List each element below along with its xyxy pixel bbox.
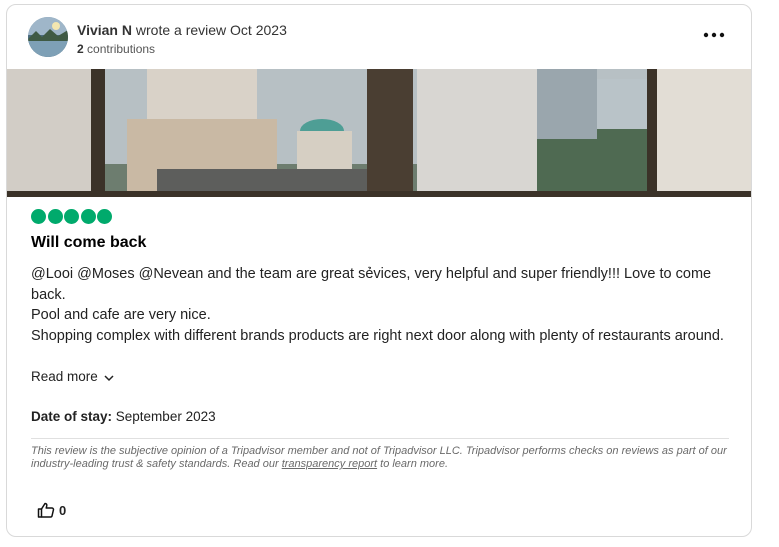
contributions-count: 2 (77, 42, 84, 56)
contributions-label: contributions (83, 42, 156, 56)
author-name[interactable]: Vivian N (77, 22, 132, 38)
review-paragraph: Shopping complex with different brands p… (31, 327, 724, 344)
review-paragraph: Pool and cafe are very nice. (31, 307, 211, 323)
rating-bubble (31, 209, 46, 224)
contributions: 2 contributions (77, 42, 155, 56)
rating-bubble (80, 209, 96, 224)
thumbs-up-icon (37, 502, 55, 518)
review-card: Vivian N wrote a review Oct 2023 2 contr… (6, 4, 752, 537)
date-of-stay-value: September 2023 (112, 409, 216, 424)
date-of-stay: Date of stay: September 2023 (31, 409, 216, 424)
review-paragraph: @Looi @Moses @Nevean and the team are gr… (31, 266, 712, 303)
more-options-button[interactable] (701, 25, 727, 45)
rating-bubble (64, 209, 80, 224)
transparency-report-link[interactable]: transparency report (282, 458, 377, 470)
date-of-stay-label: Date of stay: (31, 409, 113, 424)
review-disclaimer: This review is the subjective opinion of… (31, 445, 733, 471)
chevron-down-icon (104, 370, 114, 385)
rating-bubble (97, 209, 113, 224)
author-action: wrote a review (132, 22, 231, 38)
review-photo[interactable] (7, 69, 751, 197)
read-more-button[interactable]: Read more (31, 369, 114, 385)
divider (31, 438, 729, 439)
rating-bubbles (31, 209, 114, 226)
more-options-icon (703, 32, 725, 38)
review-header: Vivian N wrote a review Oct 2023 2 contr… (28, 17, 731, 59)
avatar[interactable] (28, 17, 68, 57)
review-date: Oct 2023 (230, 22, 287, 38)
disclaimer-text-end: to learn more. (377, 458, 448, 470)
read-more-label: Read more (31, 369, 98, 384)
rating-bubble (47, 209, 63, 224)
author-line: Vivian N wrote a review Oct 2023 (77, 22, 287, 38)
helpful-count: 0 (59, 503, 67, 518)
review-body: @Looi @Moses @Nevean and the team are gr… (31, 264, 737, 346)
review-title[interactable]: Will come back (31, 234, 146, 252)
